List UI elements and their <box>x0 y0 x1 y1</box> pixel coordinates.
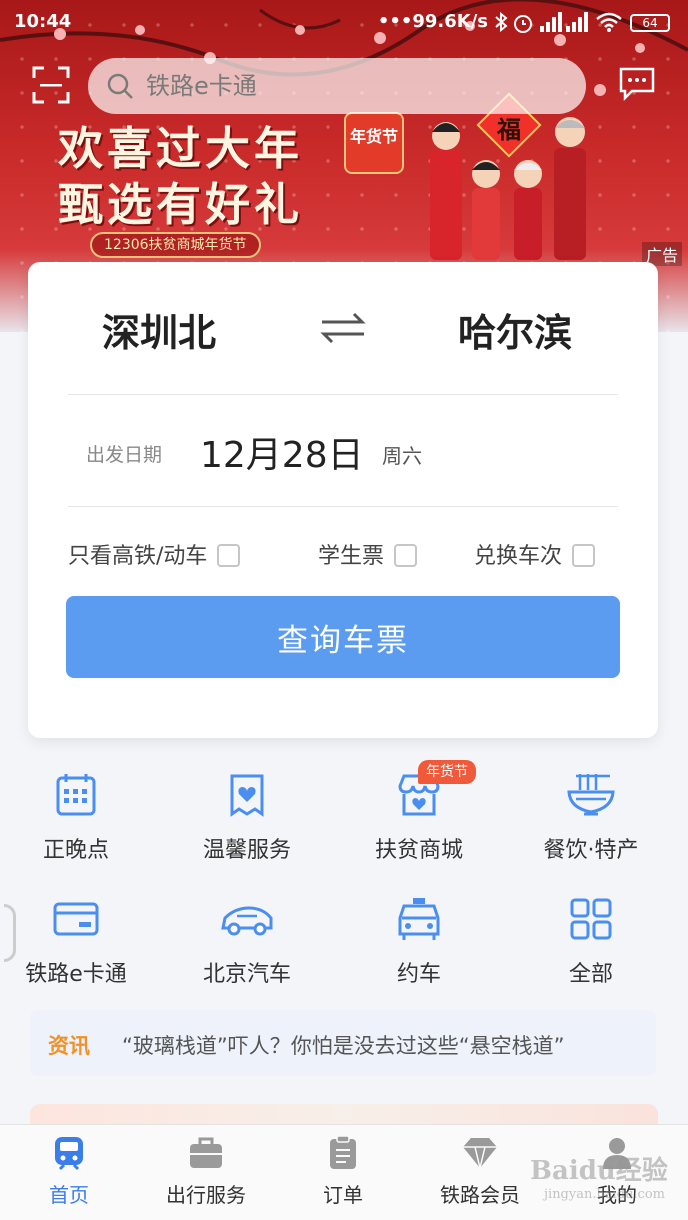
option-label: 学生票 <box>318 544 385 569</box>
scan-icon[interactable] <box>32 66 70 104</box>
wifi-icon <box>596 12 622 32</box>
heart-bag-icon <box>230 774 264 817</box>
ticket-query-card: 深圳北 哈尔滨 出发日期 12月28日 周六 只看高铁/动车 学生票 兑换车次 … <box>28 262 658 738</box>
news-headline[interactable]: “玻璃栈道”吓人？你怕是没去过这些“悬空栈道” <box>122 1030 565 1060</box>
family-illustration <box>430 117 586 260</box>
tab-travel-services[interactable]: 出行服务 <box>137 1135 275 1208</box>
search-bar[interactable] <box>88 58 586 114</box>
service-punctuality[interactable]: 正晚点 <box>0 772 161 864</box>
watermark-brand: Baidu经验 <box>530 1156 668 1186</box>
card-icon <box>53 902 99 936</box>
service-label: 正晚点 <box>42 838 109 863</box>
tab-label: 铁路会员 <box>440 1183 520 1207</box>
baidu-watermark: Baidu经验 jingyan.baidu.com <box>530 1150 668 1202</box>
service-label: 北京汽车 <box>202 962 291 987</box>
service-all[interactable]: 全部 <box>506 896 676 988</box>
option-exchange-train[interactable]: 兑换车次 <box>474 538 596 570</box>
status-bar: 10:44 •••99.6K/s 64 <box>0 0 688 44</box>
banner-title-line2: 甄选有好礼 <box>58 178 304 231</box>
taxi-icon <box>398 898 440 940</box>
news-tag: 资讯 <box>48 1034 90 1058</box>
network-speed: •••99.6K/s <box>378 11 488 32</box>
service-label: 全部 <box>568 962 613 987</box>
status-time: 10:44 <box>14 11 72 32</box>
service-label: 铁路e卡通 <box>25 962 127 987</box>
tab-label: 订单 <box>323 1183 363 1207</box>
new-year-badge: 年货节 <box>418 760 476 784</box>
swap-stations-icon[interactable] <box>314 308 372 348</box>
briefcase-icon <box>190 1137 222 1168</box>
option-high-speed-only[interactable]: 只看高铁/动车 <box>68 538 241 570</box>
exchange-train-checkbox[interactable] <box>572 544 596 567</box>
signal-hd-icon <box>566 12 588 32</box>
order-icon <box>330 1135 356 1169</box>
service-label: 温馨服务 <box>202 838 291 863</box>
watermark-url: jingyan.baidu.com <box>544 1187 665 1202</box>
diamond-icon <box>463 1138 497 1169</box>
departure-date[interactable]: 12月28日 <box>200 426 364 478</box>
car-icon <box>221 906 273 936</box>
to-station[interactable]: 哈尔滨 <box>458 302 572 357</box>
tab-orders[interactable]: 订单 <box>274 1135 412 1208</box>
service-label: 扶贫商城 <box>374 838 463 863</box>
option-student-ticket[interactable]: 学生票 <box>318 538 418 570</box>
battery-icon: 64 <box>630 14 670 32</box>
tab-home[interactable]: 首页 <box>0 1135 138 1208</box>
service-poverty-mall[interactable]: 扶贫商城 <box>334 772 504 864</box>
news-ticker[interactable]: 资讯 “玻璃栈道”吓人？你怕是没去过这些“悬空栈道” <box>30 1010 656 1076</box>
query-tickets-button[interactable]: 查询车票 <box>66 596 620 678</box>
tab-railway-member[interactable]: 铁路会员 <box>411 1135 549 1208</box>
from-station[interactable]: 深圳北 <box>102 302 216 357</box>
tab-label: 出行服务 <box>166 1183 246 1207</box>
divider <box>68 506 618 507</box>
service-beijing-auto[interactable]: 北京汽车 <box>162 896 332 988</box>
grid-icon <box>570 898 612 940</box>
bluetooth-icon <box>495 12 508 32</box>
train-icon <box>55 1137 83 1171</box>
floating-edge-handle[interactable] <box>4 904 16 962</box>
message-icon[interactable] <box>618 66 656 102</box>
service-caring[interactable]: 温馨服务 <box>162 772 332 864</box>
search-input[interactable] <box>146 66 566 106</box>
service-label: 约车 <box>396 962 441 987</box>
high-speed-checkbox[interactable] <box>217 544 241 567</box>
weekday-label: 周六 <box>382 444 422 468</box>
noodle-bowl-icon <box>567 774 615 816</box>
service-e-card[interactable]: 铁路e卡通 <box>0 896 161 988</box>
banner-subtitle: 12306扶贫商城年货节 <box>90 232 261 258</box>
tab-label: 首页 <box>49 1183 89 1207</box>
option-label: 只看高铁/动车 <box>68 544 208 569</box>
date-label: 出发日期 <box>86 444 163 466</box>
service-label: 餐饮·特产 <box>543 838 639 863</box>
network-speed-value: 99.6K/s <box>412 11 488 32</box>
service-food[interactable]: 餐饮·特产 <box>506 772 676 864</box>
signal-dots-icon: ••• <box>377 11 413 32</box>
divider <box>68 394 618 395</box>
search-icon <box>107 73 133 99</box>
alarm-icon <box>514 15 532 33</box>
option-label: 兑换车次 <box>474 544 563 569</box>
calendar-icon <box>56 774 96 816</box>
student-ticket-checkbox[interactable] <box>394 544 418 567</box>
service-ride-hailing[interactable]: 约车 <box>334 896 504 988</box>
festival-seal-text: 年货节 <box>349 127 398 146</box>
signal-icon <box>540 12 562 32</box>
